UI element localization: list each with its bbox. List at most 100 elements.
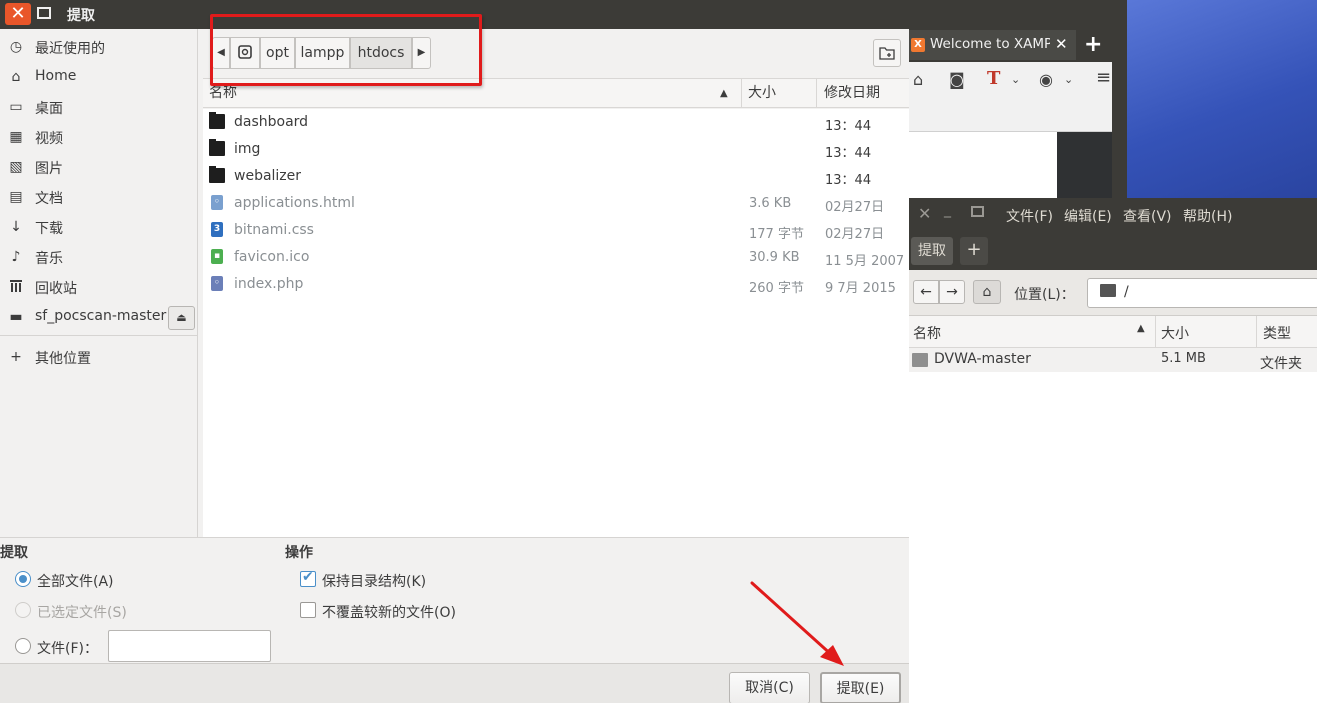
root-drive-icon[interactable]	[230, 37, 260, 69]
sidebar-item-recent[interactable]: ◷ 最近使用的	[0, 32, 197, 62]
home-icon: ⌂	[11, 69, 21, 85]
sidebar-item-home[interactable]: ⌂ Home	[0, 62, 197, 92]
add-icon[interactable]: +	[960, 237, 988, 265]
table-row[interactable]: dashboard 13：44	[203, 109, 909, 136]
sidebar-item-desktop[interactable]: ▭ 桌面	[0, 92, 197, 122]
video-icon: ▦	[9, 129, 23, 145]
selected-files-radio	[15, 602, 31, 618]
column-divider	[1256, 316, 1257, 348]
chevron-down-icon[interactable]: ⌄	[1064, 73, 1073, 86]
table-row[interactable]: ▪ favicon.ico 30.9 KB 11 5月 2007	[203, 244, 909, 271]
table-row[interactable]: DVWA-master 5.1 MB 文件夹	[909, 348, 1317, 372]
clock-icon: ◷	[9, 39, 23, 55]
sidebar-item-label: 视频	[35, 131, 63, 147]
column-name[interactable]: 名称	[209, 79, 237, 108]
breadcrumb-lampp[interactable]: lampp	[295, 37, 350, 69]
sidebar-item-drive[interactable]: ▬ sf_pocscan-master ⏏	[0, 302, 197, 332]
sidebar-item-other-locations[interactable]: + 其他位置	[0, 342, 197, 372]
file-chooser-main: ◀ opt lampp htdocs ▶ 名称 ▲ 大小 修改日期 dashbo…	[198, 29, 909, 537]
location-input[interactable]: /	[1087, 278, 1317, 308]
location-label: 位置(L)：	[1014, 287, 1075, 303]
close-tab-icon[interactable]: ✕	[1055, 35, 1068, 53]
column-type[interactable]: 类型	[1263, 323, 1291, 343]
folder-icon	[1100, 284, 1116, 297]
image-file-icon: ▪	[211, 249, 223, 264]
column-modified[interactable]: 修改日期	[824, 79, 880, 108]
no-overwrite-label[interactable]: 不覆盖较新的文件(O)	[322, 602, 456, 622]
files-pattern-label[interactable]: 文件(F)：	[37, 638, 98, 658]
file-date: 02月27日	[825, 200, 885, 215]
scroll-left-icon[interactable]: ◀	[212, 37, 230, 69]
table-row[interactable]: ◦ applications.html 3.6 KB 02月27日	[203, 190, 909, 217]
scroll-right-icon[interactable]: ▶	[412, 37, 431, 69]
document-icon: ▤	[9, 189, 23, 205]
no-overwrite-checkbox[interactable]	[300, 602, 316, 618]
file-size: 30.9 KB	[749, 250, 800, 265]
forward-icon[interactable]: →	[939, 280, 965, 304]
folder-icon	[209, 139, 225, 156]
cancel-button[interactable]: 取消(C)	[729, 672, 810, 703]
sidebar-item-documents[interactable]: ▤ 文档	[0, 182, 197, 212]
table-row[interactable]: 3 bitnami.css 177 字节 02月27日	[203, 217, 909, 244]
menu-file[interactable]: 文件(F)	[1006, 206, 1053, 226]
table-row[interactable]: img 13：44	[203, 136, 909, 163]
sort-ascending-icon: ▲	[720, 88, 728, 99]
files-pattern-radio[interactable]	[15, 638, 31, 654]
chevron-down-icon[interactable]: ⌄	[1011, 73, 1020, 86]
sidebar-item-music[interactable]: ♪ 音乐	[0, 242, 197, 272]
sidebar-item-label: sf_pocscan-master	[35, 308, 167, 324]
extract-toolbar-button[interactable]: 提取	[911, 237, 953, 265]
menu-edit[interactable]: 编辑(E)	[1064, 206, 1112, 226]
home-icon[interactable]: ⌂	[913, 70, 923, 89]
maximize-icon[interactable]	[37, 7, 51, 19]
sidebar-item-videos[interactable]: ▦ 视频	[0, 122, 197, 152]
folder-icon	[209, 166, 225, 183]
table-row[interactable]: webalizer 13：44	[203, 163, 909, 190]
table-row[interactable]: ◦ index.php 260 字节 9 7月 2015	[203, 271, 909, 298]
extract-options-panel: 提取 全部文件(A) 已选定文件(S) 文件(F)： 操作 保持目录结构(K) …	[0, 537, 909, 663]
breadcrumb-htdocs[interactable]: htdocs	[350, 37, 412, 69]
file-date: 13：44	[825, 173, 872, 188]
translate-icon[interactable]: T	[987, 68, 1000, 89]
files-pattern-input[interactable]	[108, 630, 271, 662]
filemanager-file-list: 名称 ▲ 大小 类型 DVWA-master 5.1 MB 文件夹	[909, 316, 1317, 703]
column-name[interactable]: 名称	[913, 323, 941, 343]
actions-section-heading: 操作	[285, 545, 313, 561]
keep-structure-label[interactable]: 保持目录结构(K)	[322, 571, 426, 591]
all-files-radio[interactable]	[15, 571, 31, 587]
file-name: webalizer	[234, 168, 302, 184]
sidebar-item-pictures[interactable]: ▧ 图片	[0, 152, 197, 182]
browser-tab[interactable]: X Welcome to XAMPP ✕	[909, 30, 1076, 60]
new-tab-button[interactable]: +	[1084, 32, 1102, 57]
all-files-label[interactable]: 全部文件(A)	[37, 571, 114, 591]
sidebar-item-label: 桌面	[35, 101, 63, 117]
column-size[interactable]: 大小	[748, 79, 776, 108]
sidebar-divider	[0, 335, 197, 336]
keep-structure-checkbox[interactable]	[300, 569, 316, 587]
menu-view[interactable]: 查看(V)	[1123, 206, 1172, 226]
sidebar-item-trash[interactable]: 回收站	[0, 272, 197, 302]
music-icon: ♪	[11, 249, 21, 265]
eject-button[interactable]: ⏏	[168, 306, 195, 330]
file-name: img	[234, 141, 261, 157]
minimize-icon[interactable]: _	[944, 202, 951, 218]
new-folder-button[interactable]	[873, 39, 901, 67]
close-button[interactable]: ✕	[5, 3, 31, 25]
eye-icon[interactable]: ◉	[1039, 70, 1053, 89]
file-date: 9 7月 2015	[825, 281, 896, 296]
menu-icon[interactable]: ≡	[1096, 67, 1111, 88]
column-size[interactable]: 大小	[1161, 323, 1189, 343]
php-file-icon: ◦	[211, 276, 223, 291]
back-icon[interactable]: ←	[913, 280, 939, 304]
menu-help[interactable]: 帮助(H)	[1183, 206, 1232, 226]
file-date: 02月27日	[825, 227, 885, 242]
desktop-background	[1125, 0, 1317, 200]
home-icon[interactable]: ⌂	[973, 280, 1001, 304]
extract-button[interactable]: 提取(E)	[820, 672, 901, 703]
close-icon[interactable]: ✕	[918, 204, 931, 223]
maximize-icon[interactable]	[971, 206, 984, 217]
breadcrumb-opt[interactable]: opt	[260, 37, 295, 69]
file-name: favicon.ico	[234, 249, 310, 265]
sidebar-item-downloads[interactable]: ↓ 下载	[0, 212, 197, 242]
pocket-icon[interactable]: ◙	[949, 70, 965, 89]
